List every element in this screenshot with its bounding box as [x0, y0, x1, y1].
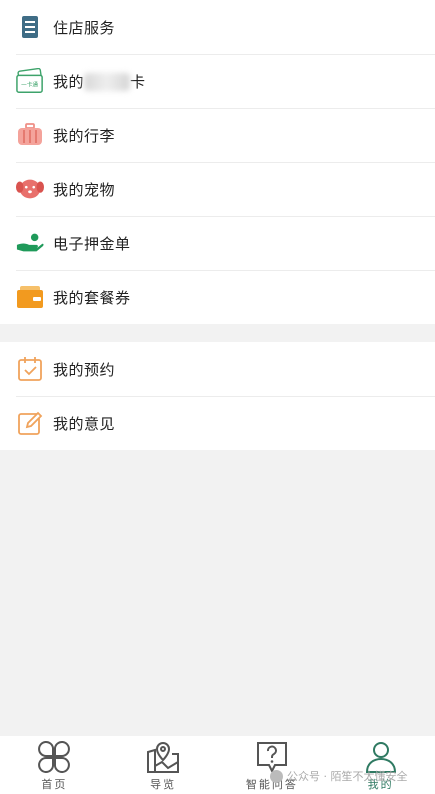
bottom-tab-bar: 首页 导览 智能问答 我的 [0, 736, 435, 794]
menu-item-pet[interactable]: 我的宠物 [0, 162, 435, 216]
tab-label: 导览 [150, 778, 177, 791]
menu-item-label: 我的卡 [53, 72, 146, 91]
deposit-hand-icon [16, 229, 44, 257]
calendar-check-icon [16, 355, 44, 383]
tab-mine[interactable]: 我的 [326, 736, 435, 794]
menu-item-one-card[interactable]: 一卡通 我的卡 [0, 54, 435, 108]
menu-item-label: 我的套餐券 [53, 288, 131, 307]
wallet-coupon-icon [16, 283, 44, 311]
menu-item-label: 电子押金单 [53, 234, 131, 253]
hotel-service-icon [16, 13, 44, 41]
redacted-text [84, 73, 131, 91]
tab-label: 首页 [41, 778, 68, 791]
edit-feedback-icon [16, 409, 44, 437]
menu-item-feedback[interactable]: 我的意见 [0, 396, 435, 450]
menu-item-label: 我的预约 [53, 360, 116, 379]
menu-item-label: 我的行李 [53, 126, 116, 145]
tab-home[interactable]: 首页 [0, 736, 109, 794]
watermark-text: 公众号 · 陌笙不太懂安全 [287, 770, 408, 783]
svg-text:一卡通: 一卡通 [21, 81, 38, 89]
tab-qa[interactable]: 智能问答 [218, 736, 327, 794]
tab-guide[interactable]: 导览 [109, 736, 218, 794]
one-card-icon: 一卡通 [16, 67, 44, 95]
luggage-icon [16, 121, 44, 149]
map-pin-icon [147, 741, 180, 773]
menu-group-services: 住店服务 一卡通 我的卡 我的行李 我的宠物 电子押金单 我的套餐券 [0, 0, 435, 324]
menu-item-label: 住店服务 [53, 18, 116, 37]
menu-item-deposit[interactable]: 电子押金单 [0, 216, 435, 270]
wechat-icon [270, 769, 283, 783]
menu-item-reservation[interactable]: 我的预约 [0, 342, 435, 396]
menu-item-label: 我的意见 [53, 414, 116, 433]
pet-icon [16, 175, 44, 203]
section-divider [0, 324, 435, 342]
menu-item-luggage[interactable]: 我的行李 [0, 108, 435, 162]
menu-item-hotel-service[interactable]: 住店服务 [0, 0, 435, 54]
menu-group-personal: 我的预约 我的意见 [0, 342, 435, 450]
menu-item-label: 我的宠物 [53, 180, 116, 199]
watermark: 公众号 · 陌笙不太懂安全 [270, 768, 408, 784]
home-clover-icon [38, 741, 71, 773]
menu-item-coupon[interactable]: 我的套餐券 [0, 270, 435, 324]
